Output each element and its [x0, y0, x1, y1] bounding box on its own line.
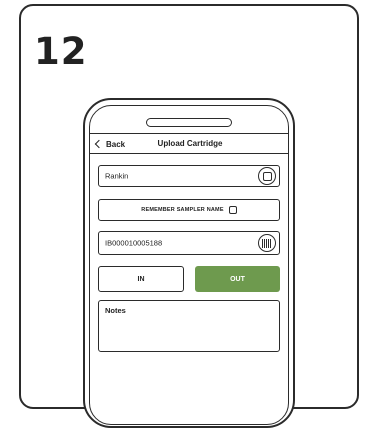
sampler-name-field[interactable]: Rankin [98, 165, 280, 187]
cartridge-id-value: IB000010005188 [105, 238, 163, 248]
sampler-name-value: Rankin [105, 171, 129, 181]
sampler-name-action-button[interactable] [258, 167, 276, 185]
notes-field[interactable]: Notes [98, 300, 280, 352]
cartridge-id-field[interactable]: IB000010005188 [98, 231, 280, 255]
scan-barcode-button[interactable] [258, 234, 276, 252]
back-button[interactable]: Back [94, 137, 125, 151]
back-label: Back [106, 139, 126, 149]
remember-sampler-label: REMEMBER SAMPLER NAME [141, 207, 224, 213]
in-button[interactable]: IN [98, 266, 184, 292]
page-title: Upload Cartridge [157, 139, 223, 148]
notes-label: Notes [105, 306, 126, 315]
remember-sampler-toggle[interactable]: REMEMBER SAMPLER NAME [98, 199, 280, 221]
remember-sampler-checkbox[interactable] [228, 206, 237, 214]
out-button[interactable]: OUT [195, 266, 280, 292]
barcode-icon [262, 238, 272, 248]
phone-speaker [146, 118, 232, 127]
chevron-left-icon [94, 139, 104, 149]
step-number: 12 [34, 30, 88, 73]
square-icon [262, 171, 272, 181]
